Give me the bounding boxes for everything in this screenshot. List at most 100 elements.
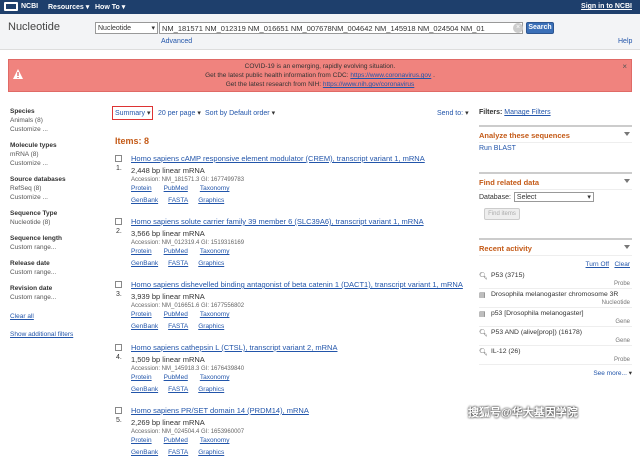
result-title-link[interactable]: Homo sapiens cAMP responsive element mod… [131, 154, 425, 163]
send-to-dropdown[interactable]: Send to: ▾ [437, 109, 469, 118]
filter-option[interactable]: Customize ... [10, 159, 100, 168]
help-link[interactable]: Help [618, 38, 632, 45]
sort-dropdown[interactable]: Sort by Default order ▾ [205, 109, 275, 118]
fasta-link[interactable]: FASTA [168, 197, 188, 204]
fasta-link[interactable]: FASTA [168, 323, 188, 330]
genbank-link[interactable]: GenBank [131, 260, 158, 267]
protein-link[interactable]: Protein [131, 311, 152, 318]
recent-activity-text[interactable]: IL-12 (26) [491, 348, 520, 355]
result-accession: Accession: NM_024504.4 GI: 1653960007 [131, 429, 245, 435]
ncbi-home-link[interactable]: NCBI [4, 2, 38, 11]
graphics-link[interactable]: Graphics [198, 197, 224, 204]
genbank-link[interactable]: GenBank [131, 386, 158, 393]
recent-activity-text[interactable]: P53 AND (alive[prop]) (16178) [491, 329, 582, 336]
search-icon: 🔍︎ [479, 272, 488, 280]
manage-filters-link[interactable]: Manage Filters [504, 109, 550, 116]
recent-activity-item[interactable]: 🔍︎ P53 AND (alive[prop]) (16178) Gene [479, 327, 632, 346]
filter-option[interactable]: Nucleotide (8) [10, 218, 100, 227]
result-checkbox[interactable] [115, 155, 122, 162]
analyze-title[interactable]: Analyze these sequences [479, 127, 632, 143]
result-title-link[interactable]: Homo sapiens dishevelled binding antagon… [131, 280, 463, 289]
advanced-search-link[interactable]: Advanced [161, 38, 192, 45]
database-select[interactable]: Nucleotide ▾ [95, 22, 158, 34]
taxonomy-link[interactable]: Taxonomy [200, 437, 230, 444]
filter-option[interactable]: Customize ... [10, 125, 100, 134]
fasta-link[interactable]: FASTA [168, 449, 188, 456]
result-title-link[interactable]: Homo sapiens cathepsin L (CTSL), transcr… [131, 343, 337, 352]
fasta-link[interactable]: FASTA [168, 386, 188, 393]
signin-link[interactable]: Sign in to NCBI [581, 3, 632, 10]
recent-activity-text[interactable]: p53 [Drosophila melanogaster] [491, 310, 584, 317]
result-checkbox[interactable] [115, 344, 122, 351]
taxonomy-link[interactable]: Taxonomy [200, 311, 230, 318]
run-blast-link[interactable]: Run BLAST [479, 145, 632, 152]
related-database-select[interactable]: Select ▾ [513, 192, 594, 202]
genbank-link[interactable]: GenBank [131, 323, 158, 330]
protein-link[interactable]: Protein [131, 185, 152, 192]
result-title-link[interactable]: Homo sapiens solute carrier family 39 me… [131, 217, 424, 226]
items-count: Items: 8 [115, 136, 150, 146]
result-title-link[interactable]: Homo sapiens PR/SET domain 14 (PRDM14), … [131, 406, 309, 415]
result-description: 2,269 bp linear mRNA [131, 418, 205, 427]
filter-option[interactable]: Custom range... [10, 293, 100, 302]
taxonomy-link[interactable]: Taxonomy [200, 185, 230, 192]
nih-link[interactable]: https://www.nih.gov/coronavirus [323, 81, 414, 88]
summary-format-dropdown[interactable]: Summary ▾ [115, 109, 150, 118]
filter-option[interactable]: Custom range... [10, 268, 100, 277]
protein-link[interactable]: Protein [131, 437, 152, 444]
pubmed-link[interactable]: PubMed [164, 311, 188, 318]
related-title[interactable]: Find related data [479, 174, 632, 190]
genbank-link[interactable]: GenBank [131, 197, 158, 204]
taxonomy-link[interactable]: Taxonomy [200, 374, 230, 381]
pubmed-link[interactable]: PubMed [164, 437, 188, 444]
recent-activity-text[interactable]: Drosophila melanogaster chromosome 3R [491, 291, 618, 298]
resources-menu[interactable]: Resources ▾ [48, 3, 89, 12]
filter-option[interactable]: RefSeq (8) [10, 184, 100, 193]
filter-option[interactable]: Customize ... [10, 193, 100, 202]
alert-line-3: Get the latest research from NIH: https:… [225, 81, 415, 88]
search-button[interactable]: Search [526, 22, 554, 34]
protein-link[interactable]: Protein [131, 374, 152, 381]
pubmed-link[interactable]: PubMed [164, 374, 188, 381]
genbank-link[interactable]: GenBank [131, 449, 158, 456]
clear-recent-link[interactable]: Clear [614, 261, 630, 268]
fasta-link[interactable]: FASTA [168, 260, 188, 267]
recent-activity-item[interactable]: 🔍︎ IL-12 (26) Probe [479, 346, 632, 365]
result-checkbox[interactable] [115, 281, 122, 288]
pubmed-link[interactable]: PubMed [164, 248, 188, 255]
recent-activity-item[interactable]: 🔍︎ P53 (3715) Probe [479, 270, 632, 289]
filter-option[interactable]: Animals (8) [10, 116, 100, 125]
cdc-link[interactable]: https://www.coronavirus.gov [350, 72, 431, 79]
clear-search-icon[interactable]: × [513, 23, 523, 33]
result-description: 3,939 bp linear mRNA [131, 292, 205, 301]
filter-option[interactable]: mRNA (8) [10, 150, 100, 159]
result-format-links: GenBank FASTA Graphics [131, 260, 224, 267]
graphics-link[interactable]: Graphics [198, 260, 224, 267]
graphics-link[interactable]: Graphics [198, 386, 224, 393]
find-items-button[interactable]: Find items [484, 208, 520, 220]
recent-activity-item[interactable]: ▤ Drosophila melanogaster chromosome 3R Nu… [479, 289, 632, 308]
close-icon[interactable]: × [622, 62, 627, 71]
result-checkbox[interactable] [115, 218, 122, 225]
taxonomy-link[interactable]: Taxonomy [200, 248, 230, 255]
turn-off-link[interactable]: Turn Off [586, 261, 609, 268]
collapse-icon[interactable] [624, 179, 630, 183]
recent-title[interactable]: Recent activity [479, 240, 632, 256]
collapse-icon[interactable] [624, 132, 630, 136]
graphics-link[interactable]: Graphics [198, 323, 224, 330]
graphics-link[interactable]: Graphics [198, 449, 224, 456]
recent-activity-item[interactable]: ▤ p53 [Drosophila melanogaster] Gene [479, 308, 632, 327]
protein-link[interactable]: Protein [131, 248, 152, 255]
search-input[interactable]: NM_181571 NM_012319 NM_016651 NM_007678N… [159, 22, 523, 34]
filter-option[interactable]: Custom range... [10, 243, 100, 252]
howto-menu[interactable]: How To ▾ [95, 3, 125, 12]
show-additional-filters-link[interactable]: Show additional filters [10, 330, 100, 339]
result-checkbox[interactable] [115, 407, 122, 414]
collapse-icon[interactable] [624, 245, 630, 249]
clear-all-link[interactable]: Clear all [10, 312, 100, 321]
watermark: 搜狐号@华大基因学院 [468, 407, 578, 419]
recent-activity-text[interactable]: P53 (3715) [491, 272, 525, 279]
per-page-dropdown[interactable]: 20 per page ▾ [158, 109, 201, 118]
pubmed-link[interactable]: PubMed [164, 185, 188, 192]
see-more-link[interactable]: See more... ▾ [479, 369, 632, 377]
